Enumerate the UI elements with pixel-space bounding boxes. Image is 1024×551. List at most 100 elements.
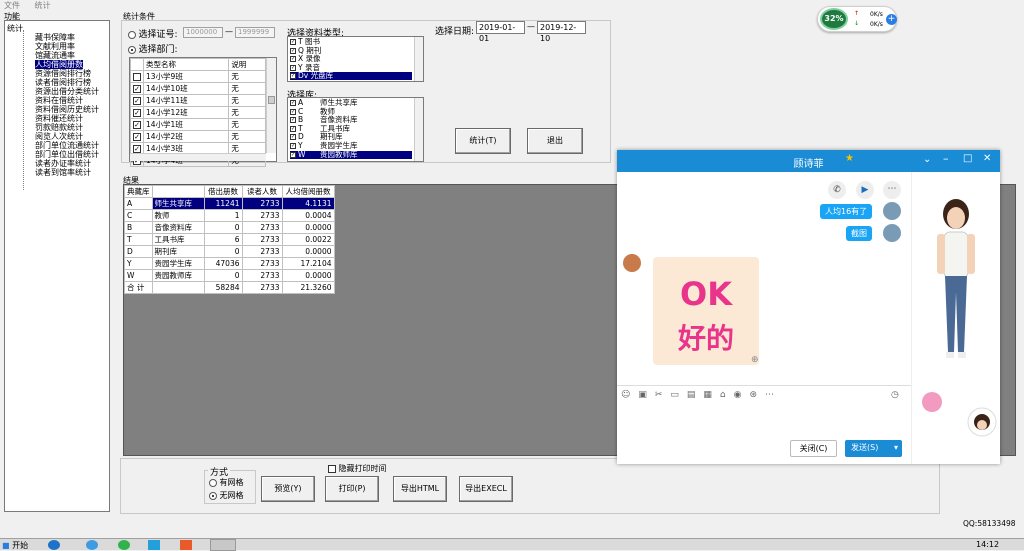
tree-item[interactable]: 资源借阅排行榜 xyxy=(35,69,91,78)
result-row[interactable]: A 师生共享库 11241 2733 4.1131 xyxy=(124,197,335,210)
dept-checkbox[interactable]: ✓ xyxy=(130,94,144,107)
menu-file[interactable]: 文件 xyxy=(4,1,20,10)
chart-app-icon[interactable] xyxy=(180,540,192,550)
dept-checkbox[interactable]: ✓ xyxy=(130,130,144,143)
tree-item[interactable]: 读者办证率统计 xyxy=(35,159,91,168)
type-vscrollbar[interactable] xyxy=(414,37,423,81)
hide-print-time-checkbox[interactable]: 隐藏打印时间 xyxy=(328,463,387,474)
result-row[interactable]: 合 计 58284 2733 21.3260 xyxy=(124,281,335,294)
self-avatar[interactable] xyxy=(883,202,901,220)
with-grid-radio[interactable]: 有网格 xyxy=(209,477,244,488)
type-item[interactable]: ✓ Dv 光盘库 xyxy=(290,72,412,81)
ie-icon[interactable] xyxy=(48,540,60,550)
dept-checkbox[interactable]: ✓ xyxy=(130,118,144,131)
result-row[interactable]: Y 贵园学生库 47036 2733 17.2104 xyxy=(124,257,335,270)
maximize-icon[interactable]: □ xyxy=(963,153,972,164)
send-button[interactable]: 发送(S) ▾ xyxy=(845,440,902,457)
tree-item[interactable]: 阅览人次统计 xyxy=(35,132,83,141)
chevron-down-icon[interactable]: ⌄ xyxy=(923,154,931,165)
app-icon[interactable] xyxy=(118,540,130,550)
zoom-icon[interactable]: ⊕ xyxy=(751,355,759,365)
lib-item[interactable]: ✓ W 贵园教师库 xyxy=(290,150,412,159)
close-icon[interactable]: ✕ xyxy=(983,153,991,164)
video-player-icon[interactable] xyxy=(148,540,160,550)
scroll-thumb[interactable] xyxy=(268,96,275,104)
send-options-icon[interactable]: ▾ xyxy=(894,440,898,456)
tree-item[interactable]: 资源出借分类统计 xyxy=(35,87,99,96)
type-list[interactable]: ✓ T 图书 ✓ Q 期刊 ✓ X 录像 ✓ Y 录音 ✓ Dv 光盘库 xyxy=(287,36,424,82)
tree-item[interactable]: 人均借阅册数 xyxy=(35,60,83,69)
dept-list[interactable]: 类型名称 说明 13小学9班无 ✓ 14小学10班无 ✓ 14小学11班无 ✓ 14小学12… xyxy=(129,57,277,167)
tree-item[interactable]: 资料借阅历史统计 xyxy=(35,105,99,114)
tree-item[interactable]: 读者借阅排行榜 xyxy=(35,78,91,87)
result-table[interactable]: 典藏库 借出册数 读者人数 人均借阅册数 A 师生共享库 11241 2733 4.1131 C 教… xyxy=(124,185,335,294)
function-tree[interactable]: 统计 藏书保障率 文献利用率 馆藏流通率 人均借阅册数 资源借阅排行榜 读者借阅排行榜 资源… xyxy=(4,20,110,512)
chat-toolbar[interactable]: ☺▣✂▭▤▦⌂◉⊛⋯ xyxy=(621,390,911,402)
library-app-icon[interactable] xyxy=(210,539,236,551)
start-button[interactable]: ■ 开始 xyxy=(2,540,28,551)
tree-item[interactable]: 资料在借统计 xyxy=(35,96,83,105)
tree-item[interactable]: 部门单位流通统计 xyxy=(35,141,99,150)
result-row[interactable]: W 贵园教师库 0 2733 0.0000 xyxy=(124,269,335,282)
tree-item[interactable]: 读者到馆率统计 xyxy=(35,168,91,177)
self-avatar[interactable] xyxy=(883,224,901,242)
contact-avatar[interactable] xyxy=(623,254,641,272)
close-chat-button[interactable]: 关闭(C) xyxy=(790,440,837,457)
dept-row[interactable]: ✓ 14小学1班无 xyxy=(130,118,266,131)
ok-sticker[interactable]: OK 好的 xyxy=(653,257,759,365)
result-cell: Y xyxy=(124,257,153,270)
by-card-radio[interactable]: 选择证号: xyxy=(128,27,178,40)
video-call-icon[interactable]: ▶ xyxy=(856,181,874,199)
result-row[interactable]: B 音像资料库 0 2733 0.0000 xyxy=(124,221,335,234)
result-row[interactable]: D 期刊库 0 2733 0.0000 xyxy=(124,245,335,258)
lib-item[interactable]: ✓ A 师生共享库 xyxy=(290,99,412,107)
result-row[interactable]: C 教师 1 2733 0.0004 xyxy=(124,209,335,222)
export-html-button[interactable]: 导出HTML xyxy=(393,476,447,502)
no-grid-radio[interactable]: 无网格 xyxy=(209,490,244,501)
lib-list[interactable]: ✓ A 师生共享库 ✓ C 教师 ✓ B 音像资料库 ✓ T 工具书库 ✓ D 期刊库 ✓ Y 贵园学生库 ✓ W 贵园… xyxy=(287,97,424,162)
history-icon[interactable]: ◷ xyxy=(891,390,899,400)
card-to-field[interactable]: 1999999 xyxy=(235,27,275,38)
result-row[interactable]: T 工具书库 6 2733 0.0022 xyxy=(124,233,335,246)
lib-item[interactable]: ✓ B 音像资料库 xyxy=(290,116,412,124)
dept-row[interactable]: ✓ 14小学10班无 xyxy=(130,82,266,95)
dept-hscrollbar[interactable] xyxy=(130,153,266,161)
boost-plus-icon[interactable]: + xyxy=(886,14,897,25)
tree-item[interactable]: 部门单位出借统计 xyxy=(35,150,99,159)
card-from-field[interactable]: 1000000 xyxy=(183,27,223,38)
dept-row[interactable]: ✓ 14小学11班无 xyxy=(130,94,266,107)
tree-item[interactable]: 资料催还统计 xyxy=(35,114,83,123)
dept-row[interactable]: ✓ 14小学12班无 xyxy=(130,106,266,119)
export-excel-button[interactable]: 导出EXECL xyxy=(459,476,513,502)
dept-row[interactable]: 13小学9班无 xyxy=(130,70,266,83)
tree-item[interactable]: 馆藏流通率 xyxy=(35,51,75,60)
dept-row[interactable]: ✓ 14小学2班无 xyxy=(130,130,266,143)
sticker-good-text: 好的 xyxy=(677,322,734,355)
menu-stats[interactable]: 统计 xyxy=(35,1,51,10)
dept-checkbox[interactable]: ✓ xyxy=(130,82,144,95)
lib-item[interactable]: ✓ T 工具书库 xyxy=(290,124,412,133)
result-cell: 6 xyxy=(203,233,243,246)
lib-vscrollbar[interactable] xyxy=(414,98,423,161)
date-to-field[interactable]: 2019-12-10 xyxy=(537,21,586,43)
tree-item[interactable]: 文献利用率 xyxy=(35,42,75,51)
date-from-field[interactable]: 2019-01-01 xyxy=(476,21,525,43)
tree-item[interactable]: 罚款赔款统计 xyxy=(35,123,83,132)
radio-circle xyxy=(128,30,136,39)
preview-button[interactable]: 预览(Y) xyxy=(261,476,315,502)
more-icon[interactable]: ⋯ xyxy=(883,181,901,199)
result-cell: W xyxy=(124,269,153,282)
tree-item[interactable]: 藏书保障率 xyxy=(35,33,75,42)
stat-button[interactable]: 统计(T) xyxy=(455,128,511,154)
browser-icon[interactable] xyxy=(86,540,98,550)
minimize-icon[interactable]: – xyxy=(943,152,949,165)
dept-checkbox[interactable]: ✓ xyxy=(130,106,144,119)
print-button[interactable]: 打印(P) xyxy=(325,476,379,502)
dept-vscrollbar[interactable] xyxy=(266,58,276,153)
by-dept-radio[interactable]: 选择部门: xyxy=(128,42,178,55)
exit-button[interactable]: 退出 xyxy=(527,128,583,154)
network-widget[interactable]: 32% ↑ 0K/s ↓ 0K/s + xyxy=(817,6,897,32)
voice-call-icon[interactable]: ✆ xyxy=(828,181,846,199)
dept-checkbox[interactable] xyxy=(130,70,144,83)
tree-root[interactable]: 统计 xyxy=(7,23,23,34)
